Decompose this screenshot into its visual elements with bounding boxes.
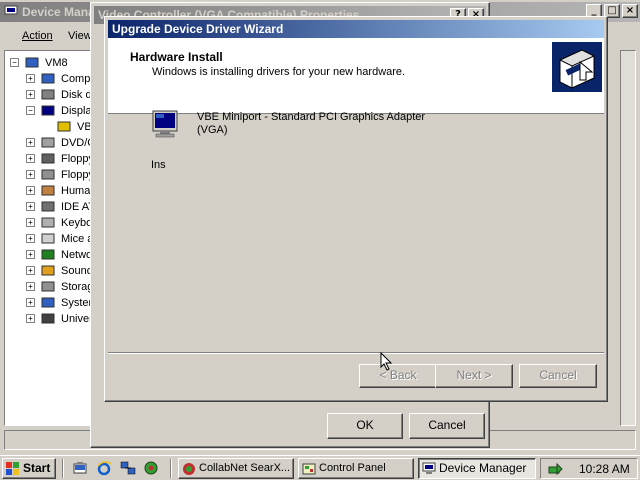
sound-icon: [41, 265, 55, 276]
taskbar-divider: [170, 459, 172, 478]
mouse-icon: [41, 233, 55, 244]
tree-item-label: VM8: [45, 57, 68, 69]
system-tray: 10:28 AM: [540, 458, 638, 479]
menu-action[interactable]: Action: [22, 30, 53, 42]
tree-expander[interactable]: +: [26, 138, 35, 147]
tree-expander[interactable]: −: [26, 106, 35, 115]
hid-icon: [41, 185, 55, 196]
task-label: Control Panel: [319, 462, 386, 474]
wizard-header: Hardware Install Windows is installing d…: [108, 38, 604, 114]
tree-expander[interactable]: +: [26, 234, 35, 243]
wizard-status-text: Ins: [151, 159, 166, 171]
device-manager-icon: [4, 5, 18, 17]
tree-expander[interactable]: +: [26, 282, 35, 291]
wizard-cancel-button[interactable]: Cancel: [519, 364, 597, 388]
task-control-panel[interactable]: Control Panel: [298, 458, 414, 479]
device-tree-scrollbar[interactable]: [620, 50, 636, 426]
tree-expander[interactable]: +: [26, 266, 35, 275]
tree-expander[interactable]: +: [26, 250, 35, 259]
device-tree[interactable]: −VM8+Computer+Disk drives−Display adapte…: [4, 50, 231, 426]
task-label: CollabNet SearX...: [199, 462, 291, 474]
tree-expander[interactable]: −: [10, 58, 19, 67]
computer-icon: [41, 73, 55, 84]
wizard-back-button[interactable]: < Back: [359, 364, 437, 388]
task-device-manager[interactable]: Device Manager: [418, 458, 536, 479]
wizard-title-bar[interactable]: Upgrade Device Driver Wizard: [108, 20, 604, 38]
collabnet-icon: [183, 463, 195, 475]
start-button[interactable]: Start: [2, 458, 56, 479]
tree-expander[interactable]: +: [26, 314, 35, 323]
tree-expander[interactable]: +: [26, 202, 35, 211]
internet-explorer-icon[interactable]: [96, 460, 112, 476]
warning-display-icon: [57, 121, 71, 132]
floppy-drive-icon: [41, 169, 55, 180]
upgrade-driver-wizard: Upgrade Device Driver Wizard Hardware In…: [104, 16, 608, 402]
wizard-separator: [108, 352, 604, 354]
ide-icon: [41, 201, 55, 212]
wizard-header-subtitle: Windows is installing drivers for your n…: [152, 66, 406, 78]
disk-icon: [41, 89, 55, 100]
device-manager-icon: [422, 462, 436, 474]
properties-ok-button[interactable]: OK: [327, 413, 403, 439]
properties-cancel-button[interactable]: Cancel: [409, 413, 485, 439]
menu-view[interactable]: View: [68, 30, 92, 42]
tree-expander[interactable]: +: [26, 154, 35, 163]
floppy-controller-icon: [41, 153, 55, 164]
computer-icon: [25, 57, 39, 68]
usb-icon: [41, 313, 55, 324]
wizard-header-title: Hardware Install: [130, 50, 223, 64]
taskbar-divider: [62, 459, 64, 478]
network-connections-icon[interactable]: [120, 460, 136, 476]
display-adapter-icon: [152, 110, 178, 138]
start-label: Start: [23, 461, 51, 475]
taskbar: Start CollabNet SearX... Control Panel D…: [0, 455, 640, 480]
wizard-next-button[interactable]: Next >: [435, 364, 513, 388]
tree-expander[interactable]: +: [26, 298, 35, 307]
wizard-title: Upgrade Device Driver Wizard: [112, 22, 284, 36]
cdrom-icon: [41, 137, 55, 148]
tree-expander[interactable]: +: [26, 74, 35, 83]
keyboard-icon: [41, 217, 55, 228]
windows-flag-icon: [6, 462, 19, 475]
safely-remove-hardware-icon[interactable]: [547, 461, 563, 477]
hardware-install-icon: [552, 42, 602, 92]
tree-expander[interactable]: +: [26, 218, 35, 227]
network-icon: [41, 249, 55, 260]
system-icon: [41, 297, 55, 308]
task-collabnet[interactable]: CollabNet SearX...: [178, 458, 294, 479]
clock[interactable]: 10:28 AM: [579, 462, 630, 476]
tree-expander[interactable]: +: [26, 170, 35, 179]
wizard-device-name: VBE Miniport - Standard PCI Graphics Ada…: [197, 111, 426, 136]
tree-expander[interactable]: +: [26, 90, 35, 99]
mouse-pointer-icon: [380, 352, 393, 371]
storage-icon: [41, 281, 55, 292]
monitor-icon: [41, 105, 55, 116]
media-player-icon[interactable]: [143, 460, 159, 476]
dm-close-button[interactable]: ×: [622, 4, 638, 18]
task-label: Device Manager: [439, 461, 527, 475]
tree-expander[interactable]: +: [26, 186, 35, 195]
show-desktop-icon[interactable]: [72, 460, 88, 476]
control-panel-icon: [302, 463, 316, 475]
